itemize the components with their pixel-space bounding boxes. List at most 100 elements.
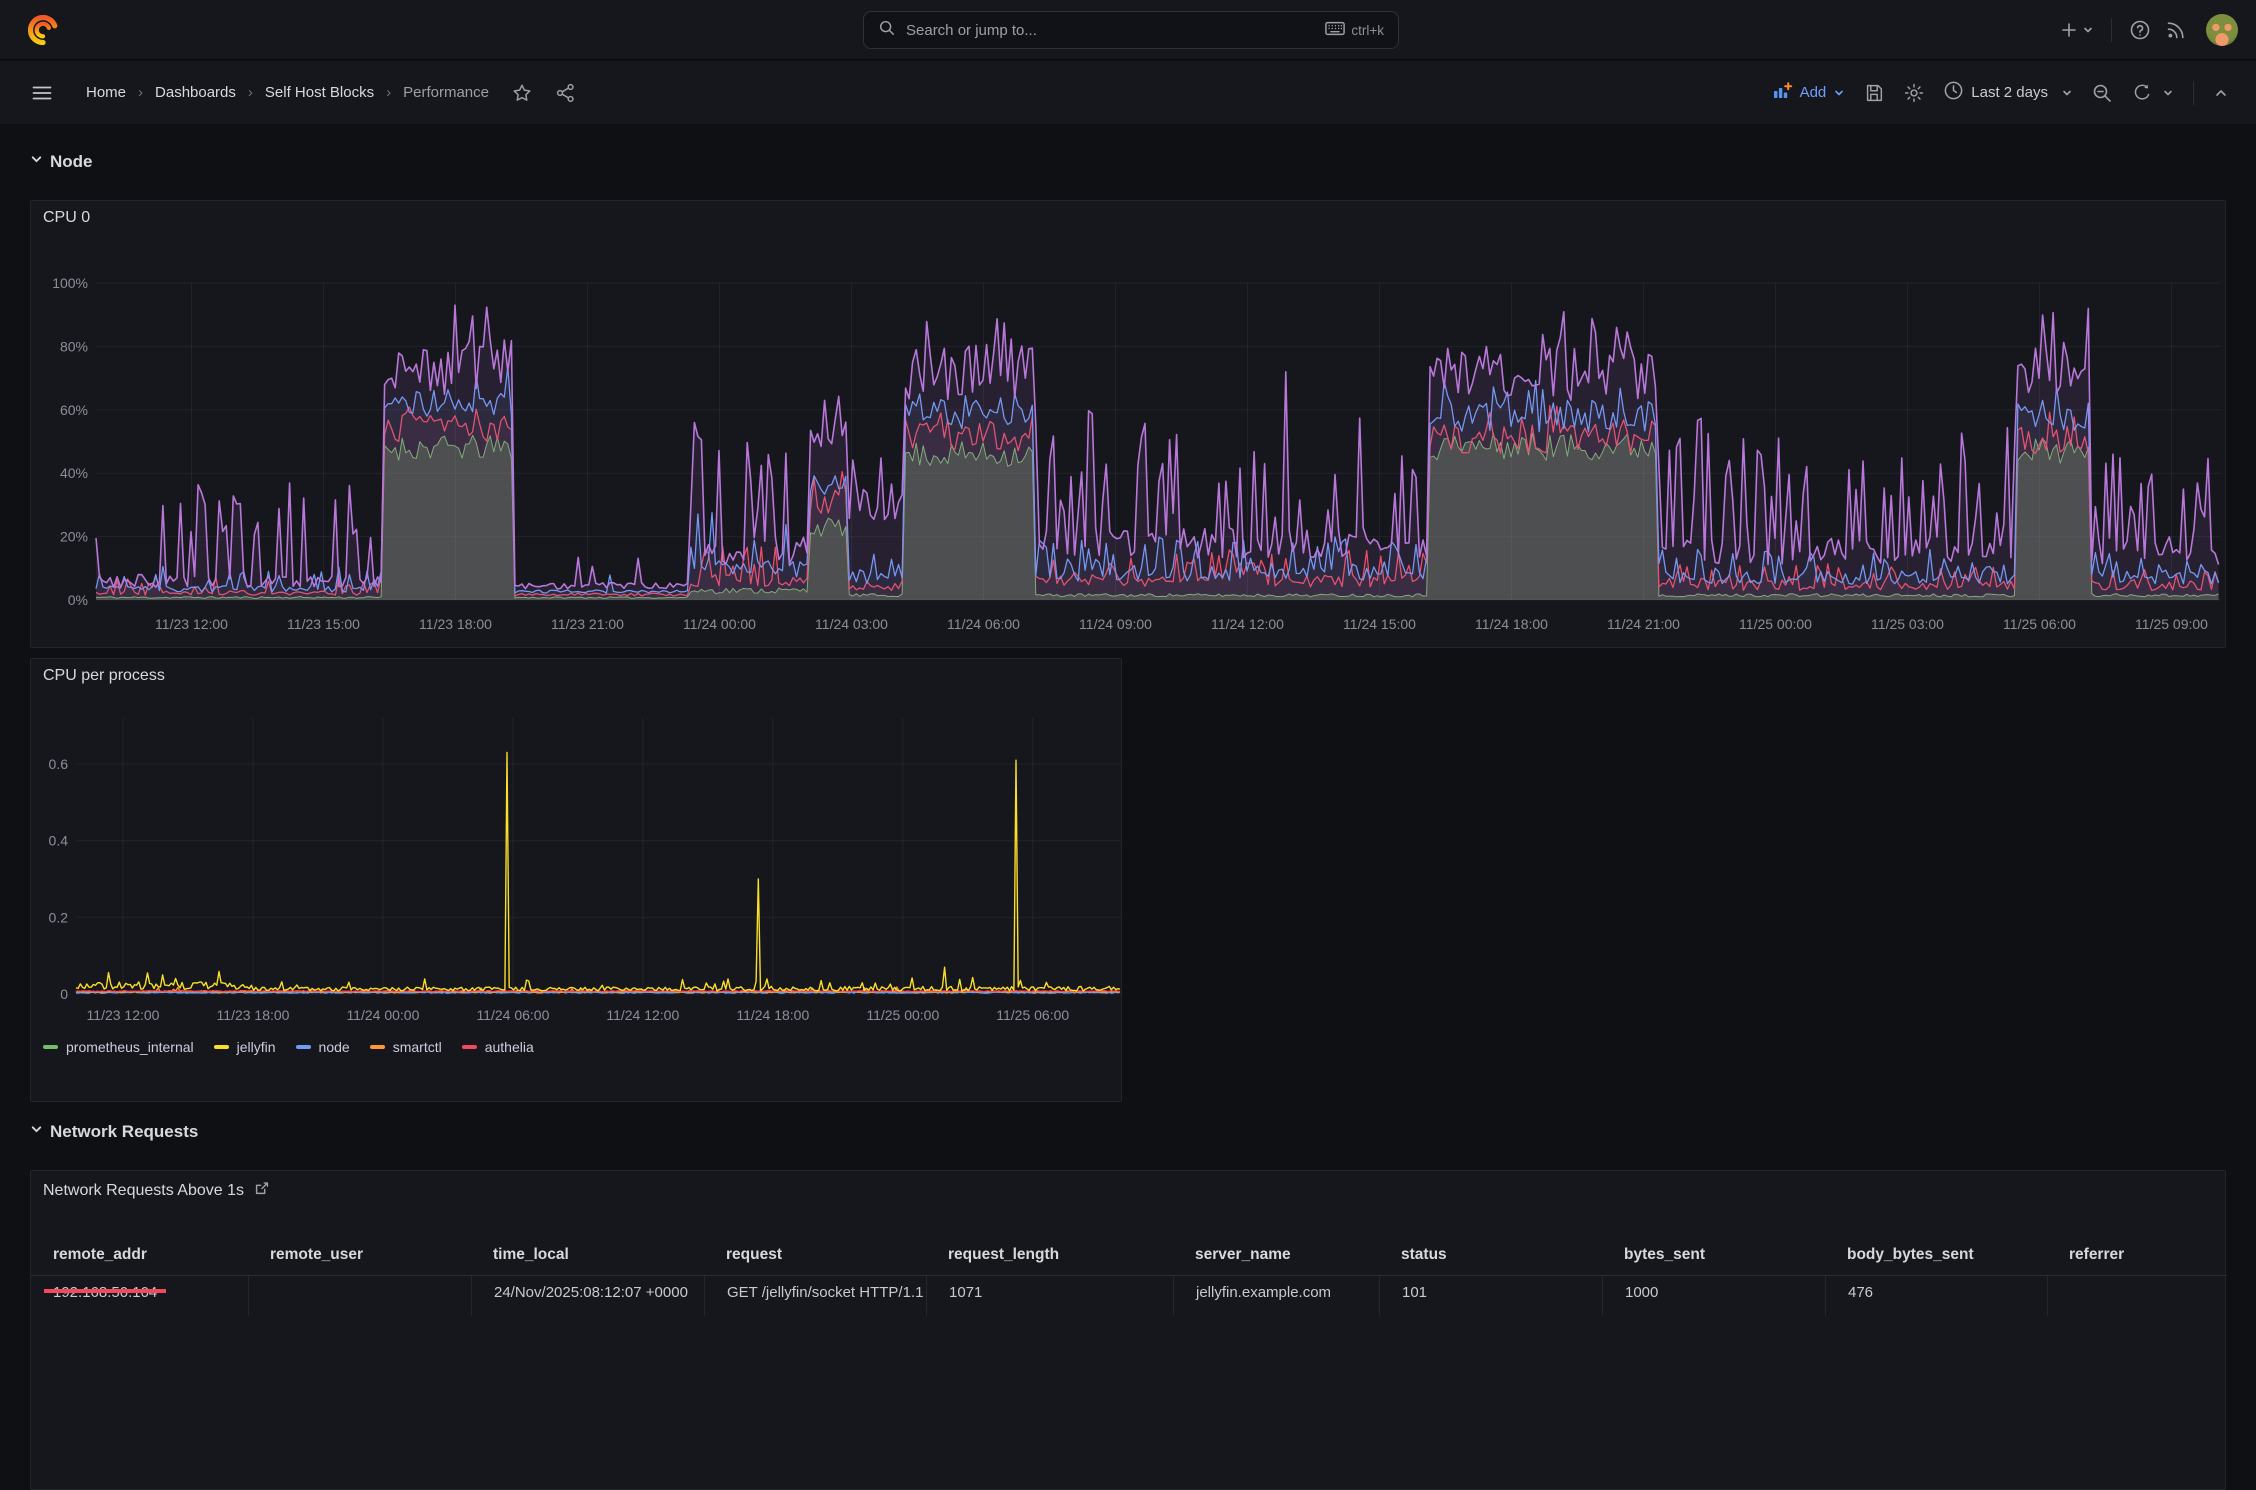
- network-requests-panel: Network Requests Above 1s remote_addr re…: [30, 1170, 2227, 1490]
- breadcrumb-separator: ›: [386, 84, 392, 101]
- time-range-label: Last 2 days: [1971, 84, 2048, 101]
- x-axis-label: 11/23 18:00: [217, 1007, 290, 1023]
- help-button[interactable]: [2122, 14, 2158, 46]
- add-panel-button[interactable]: Add: [1762, 76, 1855, 110]
- x-axis-label: 11/24 06:00: [947, 616, 1020, 632]
- refresh-interval-dropdown[interactable]: [2162, 76, 2183, 110]
- table-cell: 1000: [1602, 1276, 1825, 1316]
- column-header[interactable]: status: [1379, 1233, 1602, 1275]
- x-axis-label: 11/23 15:00: [287, 616, 360, 632]
- table-cell: [248, 1276, 471, 1316]
- nav-divider: [2111, 18, 2112, 42]
- column-header[interactable]: time_local: [471, 1233, 704, 1275]
- x-axis-label: 11/24 18:00: [1475, 616, 1548, 632]
- news-rss-button[interactable]: [2158, 14, 2194, 46]
- top-nav-actions: [2052, 0, 2256, 60]
- save-dashboard-button[interactable]: [1854, 76, 1894, 110]
- legend-label: smartctl: [392, 1039, 442, 1055]
- y-axis-label: 20%: [60, 529, 88, 545]
- column-header[interactable]: remote_user: [248, 1233, 471, 1275]
- y-axis-label: 0: [60, 986, 68, 1002]
- share-icon[interactable]: [555, 82, 577, 104]
- time-range-picker[interactable]: Last 2 days: [1934, 76, 2082, 110]
- x-axis-label: 11/25 00:00: [1739, 616, 1812, 632]
- table-cell: 101: [1379, 1276, 1602, 1316]
- series-area-total-purple: [96, 305, 2219, 600]
- legend-color-chip: [43, 1045, 58, 1049]
- table-cell: 24/Nov/2025:08:12:07 +0000: [471, 1276, 704, 1316]
- user-avatar[interactable]: [2206, 14, 2238, 46]
- column-header[interactable]: remote_addr: [31, 1233, 248, 1275]
- refresh-button[interactable]: [2122, 76, 2162, 110]
- series-line-jellyfin: [75, 751, 1121, 992]
- breadcrumb-separator: ›: [138, 84, 144, 101]
- network-requests-panel-title[interactable]: Network Requests Above 1s: [43, 1179, 271, 1202]
- dashboard-settings-button[interactable]: [1894, 76, 1934, 110]
- toolbar-divider: [2193, 80, 2194, 105]
- chart-legend: prometheus_internal jellyfin node smartctl a…: [43, 1039, 534, 1055]
- grafana-app: Search or jump to... ctrl+k Home › Dashb…: [0, 0, 2256, 1490]
- legend-item-jellyfin[interactable]: jellyfin: [213, 1039, 276, 1055]
- table-cell: 1071: [926, 1276, 1173, 1316]
- legend-item-prometheus_internal[interactable]: prometheus_internal: [43, 1039, 194, 1055]
- dashboard-toolbar: Home › Dashboards › Self Host Blocks › P…: [0, 61, 2256, 124]
- legend-label: authelia: [484, 1039, 534, 1055]
- column-header[interactable]: request: [704, 1233, 926, 1275]
- y-axis-label: 60%: [60, 402, 88, 418]
- y-axis-label: 80%: [60, 338, 88, 354]
- y-axis-label: 0%: [68, 592, 88, 608]
- x-axis-label: 11/24 03:00: [815, 616, 888, 632]
- x-axis-label: 11/23 18:00: [419, 616, 492, 632]
- column-header[interactable]: bytes_sent: [1602, 1233, 1825, 1275]
- favorite-star-icon[interactable]: [511, 82, 533, 104]
- legend-item-authelia[interactable]: authelia: [461, 1039, 534, 1055]
- section-row-node[interactable]: Node: [30, 152, 93, 172]
- zoom-out-button[interactable]: [2082, 76, 2122, 110]
- breadcrumb-folder[interactable]: Self Host Blocks: [265, 84, 374, 101]
- collapse-toolbar-button[interactable]: [2204, 76, 2238, 110]
- legend-item-smartctl[interactable]: smartctl: [369, 1039, 442, 1055]
- section-title: Network Requests: [50, 1122, 199, 1141]
- x-axis-label: 11/23 12:00: [155, 616, 228, 632]
- column-header[interactable]: body_bytes_sent: [1825, 1233, 2047, 1275]
- add-label: Add: [1799, 84, 1827, 101]
- legend-item-node[interactable]: node: [295, 1039, 350, 1055]
- table-header-row: remote_addr remote_user time_local reque…: [31, 1233, 2227, 1276]
- x-axis-label: 11/25 09:00: [2135, 616, 2208, 632]
- y-axis-label: 0.4: [49, 833, 69, 849]
- toolbar-actions: Add Last 2 days: [1762, 61, 2256, 124]
- section-row-network[interactable]: Network Requests: [30, 1122, 198, 1142]
- menu-icon[interactable]: [30, 81, 54, 105]
- x-axis-label: 11/25 03:00: [1871, 616, 1944, 632]
- breadcrumb-home[interactable]: Home: [86, 84, 126, 101]
- column-header[interactable]: server_name: [1173, 1233, 1379, 1275]
- x-axis-label: 11/23 21:00: [551, 616, 624, 632]
- cpu-per-process-panel: CPU per process 11/23 12:00 11/23 18:00 11…: [30, 658, 1122, 1102]
- x-axis-label: 11/23 12:00: [87, 1007, 160, 1023]
- x-axis-label: 11/24 09:00: [1079, 616, 1152, 632]
- x-axis-label: 11/25 06:00: [2003, 616, 2076, 632]
- cpu0-chart[interactable]: 11/23 12:00 11/23 15:00 11/23 18:00 11/23 2…: [31, 201, 2225, 647]
- column-header[interactable]: request_length: [926, 1233, 1173, 1275]
- grafana-logo-icon[interactable]: [27, 14, 58, 46]
- x-axis-label: 11/24 06:00: [476, 1007, 549, 1023]
- breadcrumb-separator: ›: [247, 84, 253, 101]
- y-axis-label: 40%: [60, 465, 88, 481]
- search-icon: [878, 19, 896, 42]
- legend-color-chip: [461, 1045, 477, 1049]
- new-button[interactable]: [2052, 14, 2101, 46]
- table-cell: jellyfin.example.com: [1173, 1276, 1379, 1316]
- cpu-per-process-chart[interactable]: 11/23 12:00 11/23 18:00 11/24 00:00 11/24 0…: [31, 659, 1121, 1035]
- legend-label: jellyfin: [236, 1039, 276, 1055]
- x-axis-label: 11/24 15:00: [1343, 616, 1416, 632]
- legend-color-chip: [213, 1045, 229, 1049]
- breadcrumb-dashboards[interactable]: Dashboards: [155, 84, 236, 101]
- x-axis-label: 11/25 06:00: [996, 1007, 1069, 1023]
- legend-color-chip: [295, 1045, 311, 1049]
- column-header[interactable]: referrer: [2047, 1233, 2227, 1275]
- table-cell: 476: [1825, 1276, 2047, 1316]
- y-axis-label: 0.2: [49, 909, 69, 925]
- section-title: Node: [50, 152, 93, 171]
- search-input[interactable]: Search or jump to... ctrl+k: [863, 11, 1399, 49]
- external-link-icon[interactable]: [253, 1179, 271, 1202]
